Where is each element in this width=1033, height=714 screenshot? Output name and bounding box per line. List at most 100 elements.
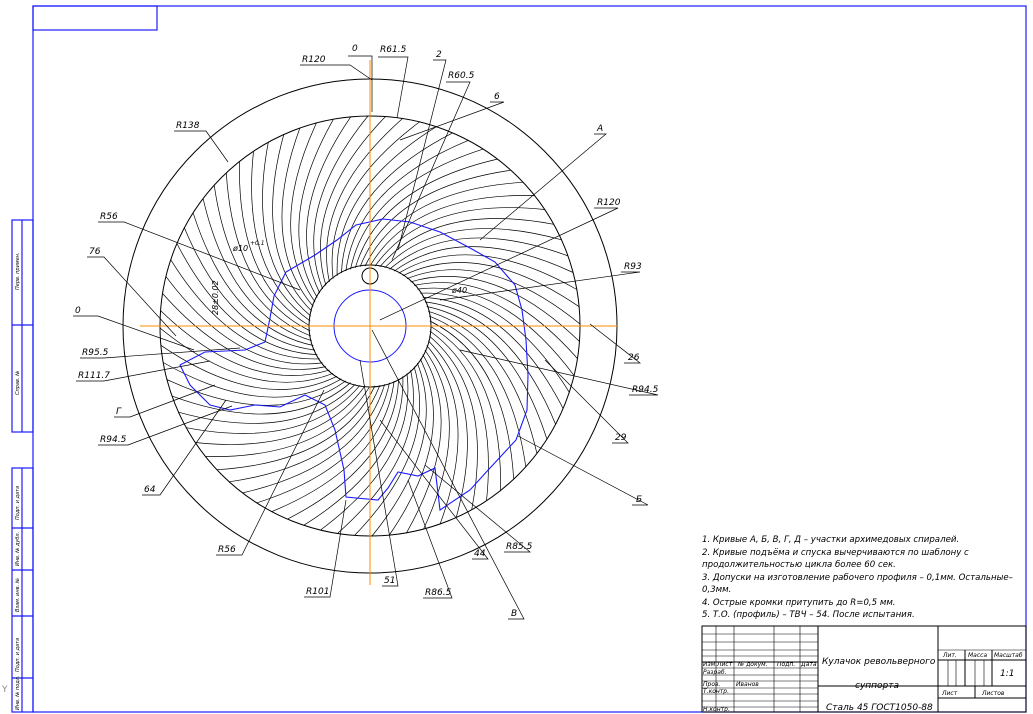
label-0-top: 0 <box>352 44 358 54</box>
tb-header-sign: Подп. <box>777 661 795 668</box>
label-r94-5-right: R94.5 <box>632 385 659 395</box>
profile-arc <box>170 259 320 360</box>
profile-arc <box>306 116 351 294</box>
leader-line <box>359 359 399 587</box>
label-r56-left: R56 <box>100 212 118 222</box>
leader-line <box>98 221 301 291</box>
profile-arc <box>417 287 575 376</box>
label-r120-right: R120 <box>597 198 621 208</box>
label-d10-tolerance: +0.1 <box>250 240 265 247</box>
label-r94-5-left: R94.5 <box>100 435 127 445</box>
leader-line <box>379 207 619 321</box>
tb-row-prov: Пров. <box>703 681 721 688</box>
leader-line <box>397 59 447 251</box>
label-6: 6 <box>494 92 500 102</box>
label-a: A <box>596 124 603 134</box>
label-26: 26 <box>628 353 640 363</box>
side-label-6: Инв. № подл. <box>15 676 21 711</box>
tb-scale-value: 1:1 <box>1000 669 1014 679</box>
note-line-3: продолжительностью цикла более 60 сек. <box>702 560 896 570</box>
tb-row-razrab: Разраб. <box>703 669 727 676</box>
side-label-5: Подп. и дата <box>15 638 21 672</box>
note-line-2: 2. Кривые подъёма и спуска вычерчиваются… <box>702 548 969 558</box>
profile-arc <box>195 385 366 445</box>
leader-line <box>114 384 216 418</box>
leader-line <box>378 56 409 119</box>
tb-part-name-1: Кулачок револьверного <box>822 657 936 667</box>
leader-line <box>517 435 649 506</box>
profile-arc <box>427 340 468 518</box>
label-key-dimension: 28±0.02 <box>211 280 220 315</box>
cam-working-contour <box>179 218 529 511</box>
profile-arc <box>272 134 313 312</box>
label-v: В <box>511 609 517 619</box>
profile-arc <box>341 132 453 274</box>
label-64: 64 <box>144 485 156 495</box>
technical-notes: 1. Кривые А, Б, В, Г, Д – участки архиме… <box>702 535 1013 620</box>
profile-arc <box>298 119 334 298</box>
side-label-3: Инв. № дубл. <box>15 532 21 566</box>
profile-arc <box>420 292 570 393</box>
profile-arc <box>336 126 437 276</box>
profile-arc <box>374 207 545 267</box>
leader-line <box>379 419 489 560</box>
tb-header-date: Дата <box>800 661 817 668</box>
profile-arc <box>163 362 342 398</box>
tb-col-lit: Лит. <box>942 652 957 659</box>
leader-line <box>73 315 195 351</box>
callout-labels: 0 R61.5 2 R120 R60.5 6 R138 A R120 R56 7… <box>75 44 659 619</box>
profile-arc <box>402 262 580 307</box>
note-line-7: 5. Т.О. (профиль) – ТВЧ – 54. После испы… <box>702 610 915 620</box>
tb-col-mass: Масса <box>968 652 987 659</box>
title-block: Изм. Лист № докум. Подп. Дата Разраб. Пр… <box>701 625 1027 713</box>
note-line-5: 0,3мм. <box>702 585 731 595</box>
note-line-1: 1. Кривые А, Б, В, Г, Д – участки архиме… <box>702 535 959 545</box>
side-label-4: Взам. инв. № <box>15 578 21 612</box>
profile-arc <box>422 297 564 409</box>
tb-header-doc: № докум. <box>737 661 768 668</box>
label-d40: ø40 <box>451 286 467 295</box>
leader-line <box>87 256 177 337</box>
tb-header-izm: Изм. <box>703 661 717 668</box>
label-r85-5: R85.5 <box>506 542 533 552</box>
label-b: Б <box>636 495 642 505</box>
tb-row-tkontr: Т.контр. <box>703 688 729 695</box>
label-2: 2 <box>436 50 442 60</box>
profile-arc <box>176 243 318 355</box>
label-r86-5: R86.5 <box>425 588 452 598</box>
label-g: Г <box>116 407 122 417</box>
tb-part-name-2: суппорта <box>855 681 899 691</box>
side-label-1: Справ. № <box>15 371 21 395</box>
side-stamp: Перв. примен. Справ. № Подп. и дата Инв.… <box>11 219 34 713</box>
note-line-4: 3. Допуски на изготовление рабочего проф… <box>702 573 1013 583</box>
tb-col-sheet: Лист <box>941 690 958 697</box>
label-r138: R138 <box>176 121 200 131</box>
drawing-sheet: Перв. примен. Справ. № Подп. и дата Инв.… <box>1 5 1027 713</box>
note-line-6: 4. Острые кромки притупить до R=0,5 мм. <box>702 598 896 608</box>
leader-line <box>300 64 373 81</box>
profile-arc <box>364 181 524 267</box>
cam-drawing <box>73 55 659 620</box>
leader-line <box>407 479 453 599</box>
label-51: 51 <box>384 576 395 586</box>
label-29: 29 <box>615 433 627 443</box>
tb-material: Сталь 45 ГОСТ1050-88 <box>826 703 933 713</box>
leader-line <box>348 55 373 112</box>
profile-arc <box>251 151 311 322</box>
label-d10: ø10 <box>232 244 248 253</box>
leader-line <box>391 81 471 261</box>
top-left-stamp-box <box>32 5 158 31</box>
side-label-0: Перв. примен. <box>15 252 21 290</box>
tb-row-nkontr: Н.контр. <box>703 706 730 713</box>
label-r101: R101 <box>306 587 329 597</box>
profile-arc <box>389 358 434 536</box>
label-r95-5: R95.5 <box>82 348 109 358</box>
leader-line <box>544 359 629 444</box>
label-44: 44 <box>474 549 486 559</box>
profile-arc <box>384 228 562 269</box>
profile-arc <box>429 330 489 501</box>
label-76: 76 <box>89 247 101 257</box>
label-r56-bottom: R56 <box>218 545 236 555</box>
profile-arc <box>303 376 404 526</box>
profile-arc <box>320 373 409 531</box>
